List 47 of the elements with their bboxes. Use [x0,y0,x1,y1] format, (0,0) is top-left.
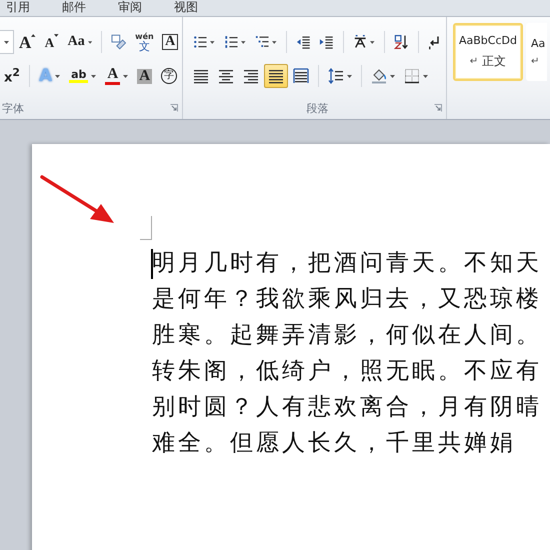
multilevel-list-icon [254,34,270,50]
bullets-icon [193,34,208,50]
align-center-icon [218,68,234,84]
asian-layout-icon [352,34,368,50]
increase-indent-icon [319,34,334,50]
ribbon-tab[interactable]: 引用 [4,0,60,16]
ribbon-tab[interactable]: 邮件 [60,0,116,16]
character-border-button[interactable]: A [158,30,182,54]
style-tile[interactable]: AaBbCcDd ↵ 正文 [453,23,523,81]
ribbon-tab[interactable]: 视图 [172,0,228,16]
phonetic-guide-button[interactable]: wén 文 [131,30,158,54]
text-line: 明月几时有，把酒问青天。不知天 [152,249,542,278]
dialog-launcher-icon[interactable] [434,104,442,112]
style-tile[interactable]: Aa ↵ [526,23,548,81]
group-label: 段落 [306,100,328,116]
down-caret-icon [54,34,59,37]
align-left-icon [193,68,209,84]
text-line: 别时圆？人有悲欢离合，月有阴晴 [152,393,542,422]
highlight-button[interactable]: ab [65,64,100,88]
distributed-icon [293,68,309,84]
ribbon-tab[interactable]: 审阅 [116,0,172,16]
text-line: 难全。但愿人长久，千里共婵娟 [152,429,516,458]
align-right-icon [243,68,259,84]
enclose-character-button[interactable]: 字 [157,64,182,88]
character-shading-button[interactable]: A [133,64,156,88]
justify-button[interactable] [264,64,288,88]
dialog-launcher-icon[interactable] [170,104,178,112]
group-label: 字体 [2,100,24,116]
shrink-font-button[interactable]: A [40,30,63,54]
font-color-button[interactable]: A [101,64,132,88]
decrease-indent-icon [296,34,310,50]
line-spacing-icon [328,68,344,84]
grow-font-button[interactable]: A [15,30,40,54]
borders-icon [404,68,420,84]
justify-icon [268,68,284,84]
sort-icon [394,34,408,50]
text-line: 是何年？我欲乘风归去，又恐琼楼 [152,285,542,314]
numbering-icon [224,34,238,50]
up-caret-icon [31,34,36,37]
change-case-button[interactable]: Aa [64,30,96,54]
font-size-dropdown[interactable] [0,30,14,54]
superscript-button[interactable]: x$^{2}$ [0,64,24,88]
paint-bucket-icon [371,68,387,84]
text-line: 胜寒。起舞弄清影，何似在人间。 [152,321,542,350]
text-line: 转朱阁，低绮户，照无眠。不应有 [152,357,542,386]
margin-corner-mark [140,216,152,240]
eraser-icon [110,34,126,50]
